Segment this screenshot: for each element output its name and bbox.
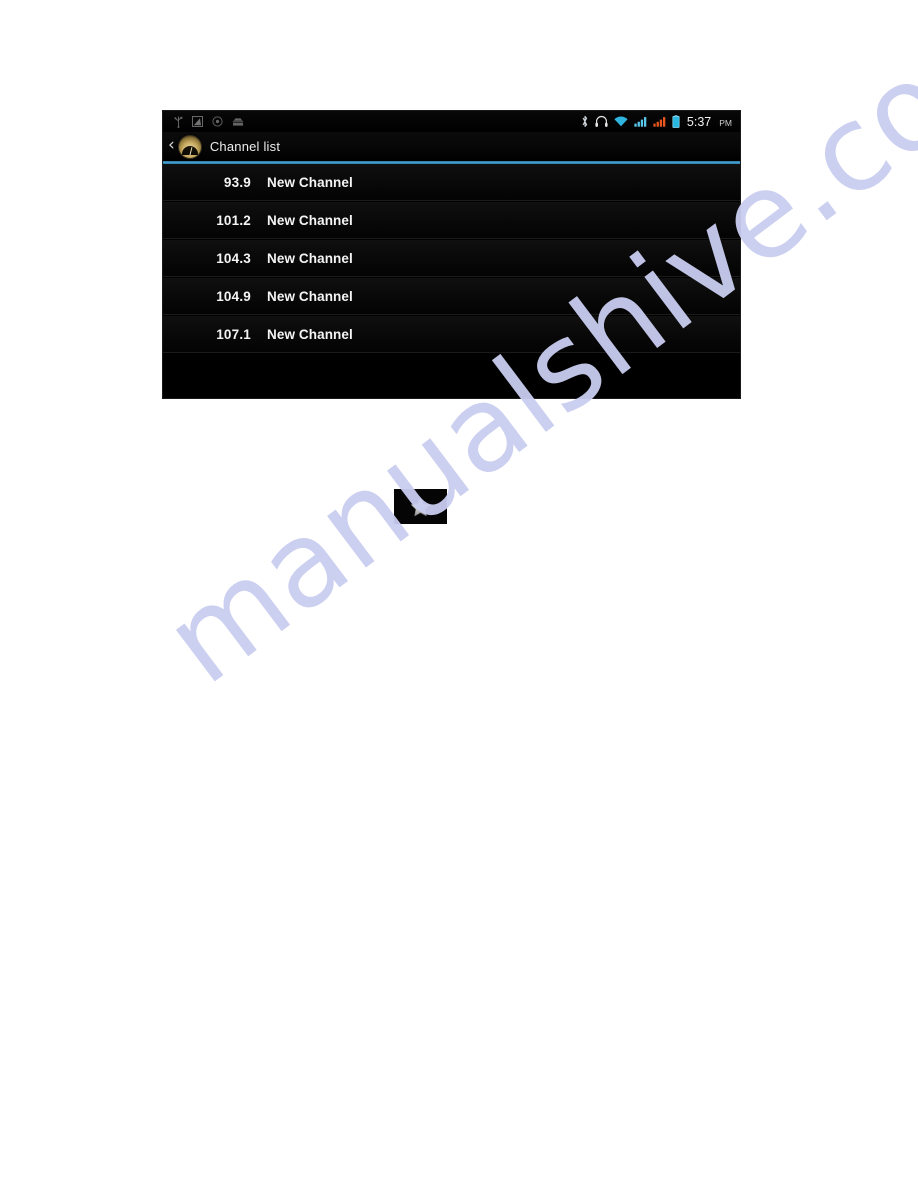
battery-icon [672, 115, 680, 128]
table-row[interactable]: 107.1 New Channel [163, 316, 740, 354]
fm-radio-dial-icon[interactable] [177, 134, 202, 159]
settings-icon [212, 116, 223, 127]
channel-frequency: 93.9 [223, 175, 251, 190]
headphones-icon [595, 115, 608, 128]
channel-name: New Channel [267, 175, 353, 190]
status-bar: 5:37 PM [163, 111, 740, 132]
channel-name: New Channel [267, 327, 353, 342]
star-icon [410, 497, 431, 517]
favorite-button[interactable] [394, 489, 447, 524]
channel-name: New Channel [267, 251, 353, 266]
table-row[interactable]: 93.9 New Channel [163, 164, 740, 202]
channel-frequency: 104.9 [216, 289, 251, 304]
download-icon [232, 117, 244, 127]
usb-icon [174, 116, 183, 128]
wifi-icon [614, 116, 628, 127]
status-bar-ampm: PM [719, 117, 732, 128]
channel-list[interactable]: 93.9 New Channel 101.2 New Channel 104.3… [163, 164, 740, 398]
back-chevron-icon[interactable]: ‹ [168, 137, 175, 154]
channel-frequency: 101.2 [216, 213, 251, 228]
status-bar-notification-icons [169, 116, 244, 128]
table-row[interactable]: 104.9 New Channel [163, 278, 740, 316]
screenshot-icon [192, 116, 203, 127]
table-row[interactable]: 101.2 New Channel [163, 202, 740, 240]
bluetooth-icon [581, 115, 589, 128]
status-bar-time: 5:37 [686, 114, 712, 129]
channel-name: New Channel [267, 289, 353, 304]
document-page: 5:37 PM ‹ Channel list 93.9 New Channel … [0, 0, 918, 1188]
device-screenshot: 5:37 PM ‹ Channel list 93.9 New Channel … [163, 111, 740, 398]
page-title: Channel list [209, 139, 281, 154]
status-bar-system-icons: 5:37 PM [581, 115, 734, 129]
table-row[interactable]: 104.3 New Channel [163, 240, 740, 278]
channel-frequency: 107.1 [216, 327, 251, 342]
channel-frequency: 104.3 [216, 251, 251, 266]
signal-sim2-icon [653, 116, 666, 127]
action-bar[interactable]: ‹ Channel list [163, 132, 740, 161]
signal-sim1-icon [634, 116, 647, 127]
channel-name: New Channel [267, 213, 353, 228]
